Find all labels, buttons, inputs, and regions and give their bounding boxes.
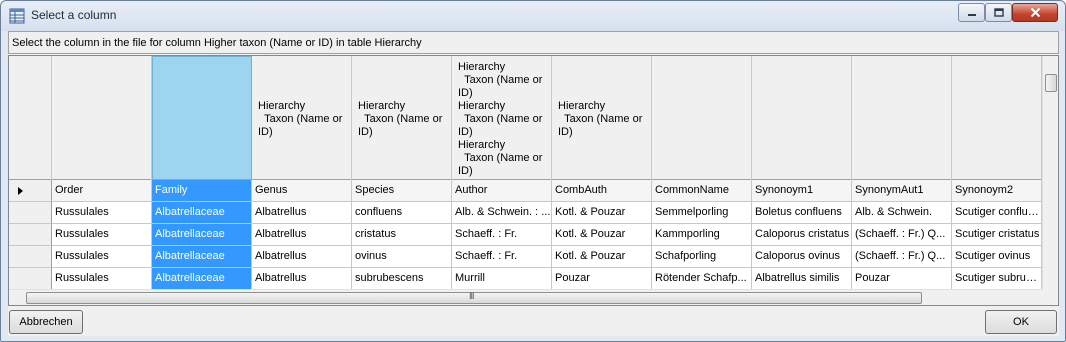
table-cell[interactable]: Alb. & Schwein. : ... [452, 202, 552, 224]
table-cell-selected[interactable]: Albatrellaceae [152, 224, 252, 246]
maximize-button[interactable] [985, 3, 1012, 22]
table-cell[interactable]: Albatrellus [252, 224, 352, 246]
table-cell[interactable]: Scutiger subrube... [952, 268, 1042, 290]
header-corner [9, 56, 52, 180]
table-cell[interactable]: Russulales [52, 224, 152, 246]
table-cell[interactable]: Russulales [52, 202, 152, 224]
table-cell[interactable]: ovinus [352, 246, 452, 268]
maximize-icon [993, 7, 1004, 17]
column-name-cell-selected[interactable]: Family [152, 180, 252, 202]
row-header[interactable] [9, 202, 52, 224]
column-grid[interactable]: Hierarchy Taxon (Name or ID) Hierarchy T… [8, 55, 1059, 306]
table-cell[interactable]: Russulales [52, 246, 152, 268]
column-name-cell[interactable]: CommonName [652, 180, 752, 202]
row-header[interactable] [9, 224, 52, 246]
table-cell[interactable]: Albatrellus [252, 268, 352, 290]
table-cell[interactable]: Boletus confluens [752, 202, 852, 224]
minimize-button[interactable] [958, 3, 985, 22]
table-cell[interactable]: Caloporus cristatus [752, 224, 852, 246]
column-name-cell[interactable]: Order [52, 180, 152, 202]
mapping-header[interactable] [852, 56, 952, 180]
table-cell[interactable]: Caloporus ovinus [752, 246, 852, 268]
close-icon [1030, 7, 1040, 18]
mapping-header[interactable]: Hierarchy Taxon (Name or ID) [552, 56, 652, 180]
window-title: Select a column [31, 8, 117, 22]
column-name-cell[interactable]: CombAuth [552, 180, 652, 202]
close-button[interactable] [1012, 3, 1058, 22]
column-name-cell[interactable]: Synonoym1 [752, 180, 852, 202]
table-cell[interactable]: Scutiger ovinus [952, 246, 1042, 268]
horizontal-scroll-thumb[interactable]: III [26, 291, 922, 304]
dialog-client-area: Select the column in the file for column… [8, 31, 1059, 336]
row-header[interactable] [9, 246, 52, 268]
mapping-header[interactable] [52, 56, 152, 180]
vertical-scrollbar[interactable] [1042, 56, 1058, 289]
vertical-scroll-thumb[interactable] [1045, 74, 1057, 92]
column-name-cell[interactable]: Genus [252, 180, 352, 202]
column-name-cell[interactable]: Author [452, 180, 552, 202]
table-cell[interactable]: Kotl. & Pouzar [552, 202, 652, 224]
table-cell[interactable]: Murrill [452, 268, 552, 290]
table-cell[interactable]: (Schaeff. : Fr.) Q... [852, 224, 952, 246]
table-cell[interactable]: Albatrellus [252, 246, 352, 268]
table-cell-selected[interactable]: Albatrellaceae [152, 202, 252, 224]
table-cell[interactable]: Rötender Schafp... [652, 268, 752, 290]
table-cell[interactable]: Pouzar [552, 268, 652, 290]
mapping-header-selected[interactable] [152, 56, 252, 180]
mapping-header-row: Hierarchy Taxon (Name or ID) Hierarchy T… [9, 56, 1042, 180]
cancel-button[interactable]: Abbrechen [9, 310, 83, 334]
mapping-header[interactable] [652, 56, 752, 180]
table-cell[interactable]: cristatus [352, 224, 452, 246]
table-cell[interactable]: confluens [352, 202, 452, 224]
minimize-icon [967, 13, 976, 16]
table-cell[interactable]: (Schaeff. : Fr.) Q... [852, 246, 952, 268]
table-cell[interactable]: Scutiger confluens [952, 202, 1042, 224]
table-cell[interactable]: Scutiger cristatus [952, 224, 1042, 246]
column-name-cell[interactable]: SynonymAut1 [852, 180, 952, 202]
table-cell[interactable]: Schaeff. : Fr. [452, 224, 552, 246]
table-cell-selected[interactable]: Albatrellaceae [152, 246, 252, 268]
column-name-row: Order Family Genus Species Author CombAu… [9, 180, 1042, 202]
table-cell[interactable]: Alb. & Schwein. [852, 202, 952, 224]
horizontal-scrollbar[interactable]: III [9, 289, 1042, 305]
table-cell[interactable]: Schafporling [652, 246, 752, 268]
mapping-header[interactable]: Hierarchy Taxon (Name or ID) Hierarchy T… [452, 56, 552, 180]
current-row-arrow-icon [18, 187, 23, 195]
table-cell-selected[interactable]: Albatrellaceae [152, 268, 252, 290]
row-header-current[interactable] [9, 180, 52, 202]
table-cell[interactable]: Albatrellus [252, 202, 352, 224]
table-cell[interactable]: Albatrellus similis [752, 268, 852, 290]
ok-button[interactable]: OK [985, 310, 1057, 334]
table-cell[interactable]: Semmelporling [652, 202, 752, 224]
mapping-header[interactable]: Hierarchy Taxon (Name or ID) [252, 56, 352, 180]
column-name-cell[interactable]: Synonoym2 [952, 180, 1042, 202]
data-rows: Russulales Albatrellaceae Albatrellus co… [9, 202, 1042, 290]
mapping-header[interactable] [952, 56, 1042, 180]
mapping-header[interactable]: Hierarchy Taxon (Name or ID) [352, 56, 452, 180]
table-cell[interactable]: Kammporling [652, 224, 752, 246]
column-name-cell[interactable]: Species [352, 180, 452, 202]
table-cell[interactable]: Pouzar [852, 268, 952, 290]
scrollbar-corner [1042, 289, 1058, 305]
mapping-header[interactable] [752, 56, 852, 180]
table-cell[interactable]: subrubescens [352, 268, 452, 290]
select-column-dialog: Select a column Select the column in the… [0, 0, 1066, 342]
table-cell[interactable]: Schaeff. : Fr. [452, 246, 552, 268]
row-header[interactable] [9, 268, 52, 290]
instruction-label: Select the column in the file for column… [8, 31, 1059, 54]
scroll-grip-icon: III [469, 291, 474, 301]
table-cell[interactable]: Kotl. & Pouzar [552, 224, 652, 246]
table-cell[interactable]: Kotl. & Pouzar [552, 246, 652, 268]
title-bar[interactable]: Select a column [1, 1, 1065, 31]
table-icon [9, 8, 25, 24]
table-cell[interactable]: Russulales [52, 268, 152, 290]
